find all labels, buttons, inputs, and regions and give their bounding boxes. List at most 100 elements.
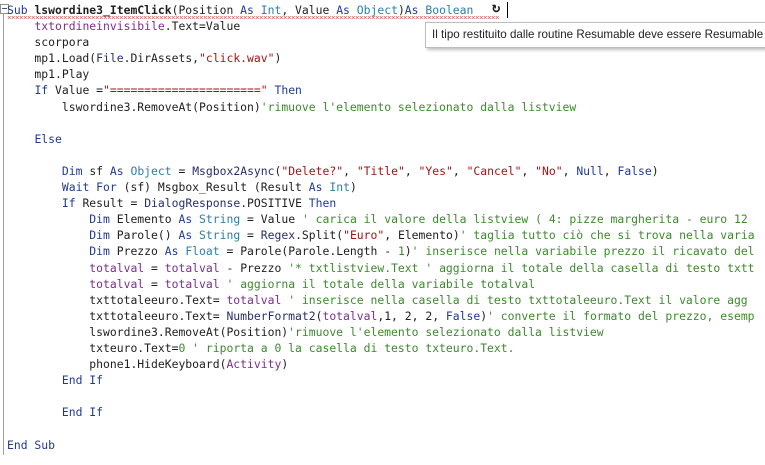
code-line[interactable]: mp1.Play [7,66,755,82]
code-token: False [617,163,652,178]
code-token: "======================" [103,83,268,98]
code-token: As [308,180,330,195]
code-token: , [452,163,467,178]
code-token: Then [267,83,302,98]
code-token: Msgbox2Async [192,163,275,178]
code-line[interactable]: mp1.Load(File.DirAssets,"click.wav") [7,50,755,66]
code-line[interactable]: Sub lswordine3_ItemClick(Position As Int… [7,2,755,19]
code-token: ,1, 2, 2, [377,308,446,323]
code-line[interactable]: Dim Parole() As String = Regex.Split("Eu… [7,227,755,243]
code-token: "Title" [356,163,405,178]
code-token: lswordine3.RemoveAt(Position) [7,99,261,114]
code-token: txteuro.Text= [7,340,179,355]
code-token: Object [356,3,398,17]
code-token: String [199,228,241,243]
code-line[interactable]: phone1.HideKeyboard(Activity) [7,356,755,372]
code-token: DialogResponse [144,196,241,211]
code-line[interactable]: totalval = totalval ' aggiorna il totale… [7,276,755,292]
code-token: = Value [240,212,302,227]
code-token: Float [185,244,220,259]
code-token: , Value [281,3,337,17]
code-token: Null [576,163,604,178]
code-token: False [445,308,481,323]
code-token: (sf) Msgbox_Result (Result [123,180,309,195]
code-token: Elemento [116,212,179,227]
code-token: Result = [82,196,145,211]
code-token: totalval [164,276,220,291]
code-token: "Yes" [418,163,453,178]
code-token: ' taglia tutto ciò che si trova nella va… [459,228,755,243]
code-token: ' inserisce nella variabile prezzo il ri… [411,244,755,259]
code-token: ' inserisce nella casella di testo txtto… [288,292,748,307]
code-token: End If [61,373,104,388]
code-token: Int [260,3,282,17]
code-token: String [199,212,241,227]
code-token: "Cancel" [466,163,522,178]
code-line[interactable]: Else [7,131,755,147]
code-token: ) [651,163,659,178]
code-line[interactable]: Dim sf As Object = Msgbox2Async("Delete?… [7,163,755,179]
code-line[interactable] [7,388,755,404]
code-token: ) [281,357,289,372]
code-line[interactable]: txttotaleeuro.Text= totalval ' inserisce… [7,292,755,308]
code-token: , [521,163,536,178]
code-token: Regex [260,228,296,243]
code-token: Parole() [116,228,179,243]
code-token: (Position [171,3,241,17]
code-line[interactable]: txttotaleeuro.Text= NumberFormat2(totalv… [7,308,755,324]
code-token: File [96,51,124,66]
code-token: Value = [55,83,104,98]
code-token: , [562,163,577,178]
code-line[interactable]: totalval = totalval - Prezzo '* txtlistv… [7,260,755,276]
code-line[interactable]: If Value ="======================" Then [7,82,755,98]
code-token: Int [329,180,350,195]
code-line[interactable]: lswordine3.RemoveAt(Position)'rimuove l'… [7,99,755,115]
code-token: Wait For [61,180,124,195]
code-area[interactable]: Sub lswordine3_ItemClick(Position As Int… [7,2,755,453]
refresh-icon[interactable]: ↻ [492,1,505,15]
code-token: End If [61,405,104,420]
code-line[interactable]: If Result = DialogResponse.POSITIVE Then [7,195,755,211]
code-token: As [240,3,261,17]
code-token: If [34,83,56,98]
code-token: '* txtlistview.Text ' aggiorna il totale… [288,260,755,275]
code-line[interactable]: Dim Prezzo As Float = Parole(Parole.Leng… [7,243,755,259]
code-token: "Euro" [343,228,385,243]
code-line[interactable]: txteuro.Text=0 ' riporta a 0 la casella … [7,340,755,356]
code-token: Object [130,163,172,178]
code-line[interactable] [7,420,755,436]
code-line[interactable]: End If [7,404,755,420]
code-editor[interactable]: Sub lswordine3_ItemClick(Position As Int… [0,0,765,465]
code-line[interactable]: End If [7,372,755,388]
code-line[interactable]: lswordine3.RemoveAt(Position)'rimuove l'… [7,324,755,340]
code-token: Dim [89,212,117,227]
code-token: As [336,3,357,17]
code-token: Else [34,131,62,146]
code-line[interactable]: Dim Elemento As String = Value ' carica … [7,211,755,227]
code-token: mp1.Play [7,67,90,82]
code-token: ) [274,51,282,66]
code-token: If [61,196,83,211]
text-cursor [507,2,508,18]
code-line[interactable] [7,115,755,131]
code-line[interactable]: Wait For (sf) Msgbox_Result (Result As I… [7,179,755,195]
code-token: As [164,244,186,259]
code-token: = [240,228,261,243]
code-token: Dim [89,228,117,243]
code-token: Then [308,196,337,211]
code-line[interactable] [7,147,755,163]
error-tooltip: Il tipo restituito dalle routine Resumab… [425,22,765,48]
code-token: sf [89,163,110,178]
code-line[interactable]: End Sub [7,437,755,453]
code-token: , [343,163,357,178]
code-token: End Sub [7,437,56,452]
